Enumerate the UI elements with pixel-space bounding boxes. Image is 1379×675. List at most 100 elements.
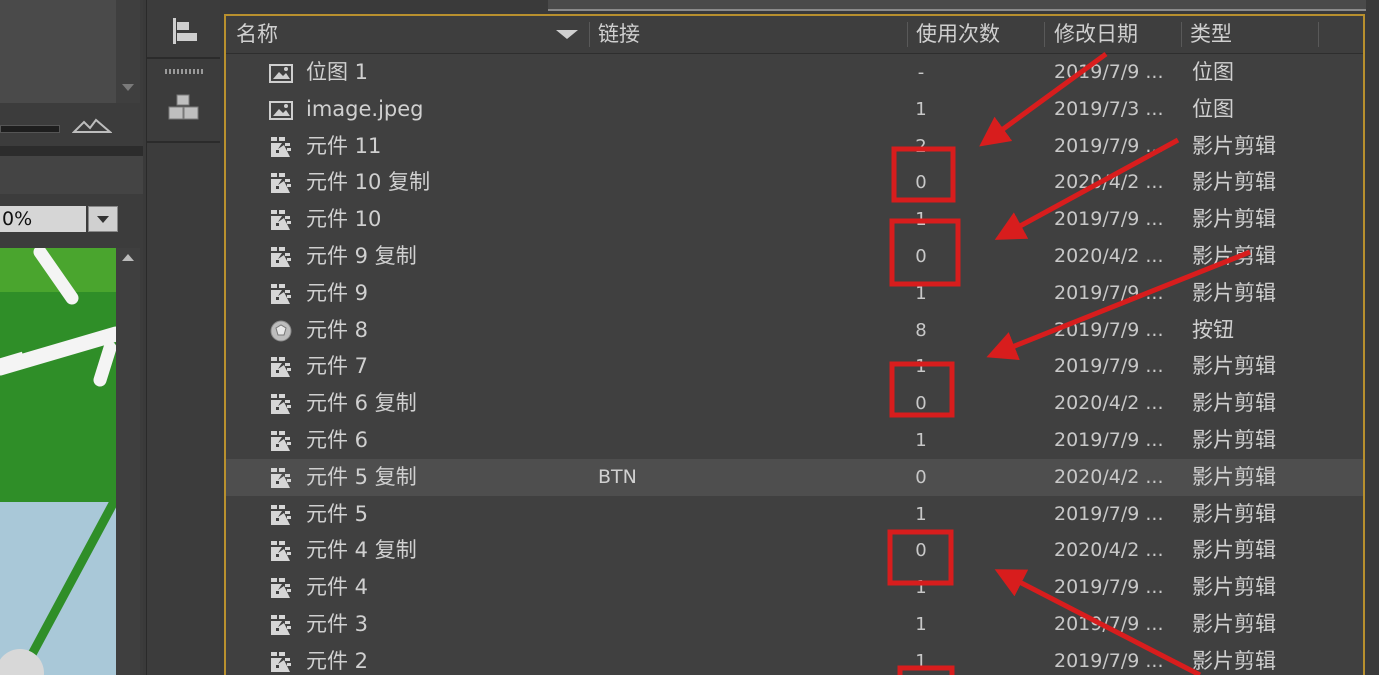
item-use-count: 0 (915, 393, 927, 415)
column-divider[interactable] (907, 22, 908, 47)
movieclip-icon (268, 392, 294, 416)
item-use-count: 1 (915, 356, 927, 378)
library-item-row[interactable]: 位图 1 - 2019/7/9 ... 位图 (226, 54, 1363, 91)
item-name: 元件 9 复制 (306, 244, 417, 268)
movieclip-icon (268, 576, 294, 600)
movieclip-icon (268, 135, 294, 159)
library-item-row[interactable]: 元件 9 复制 0 2020/4/2 ... 影片剪辑 (226, 238, 1363, 275)
item-use-count: - (917, 62, 925, 83)
top-scrollbar[interactable] (116, 0, 140, 103)
item-use-count: 0 (915, 466, 927, 488)
align-icon[interactable] (167, 14, 201, 48)
column-header-use-count[interactable]: 使用次数 (916, 16, 1000, 53)
zoom-select[interactable]: 0% (0, 206, 86, 232)
item-type: 位图 (1192, 96, 1234, 121)
item-use-count: 0 (915, 540, 927, 562)
column-header-name[interactable]: 名称 (236, 16, 278, 53)
item-type: 影片剪辑 (1192, 133, 1276, 158)
item-use-count: 1 (915, 209, 927, 231)
item-use-count: 8 (915, 319, 927, 341)
item-date-modified: 2019/7/9 ... (1054, 281, 1164, 304)
library-item-row[interactable]: 元件 2 1 2019/7/9 ... 影片剪辑 (226, 643, 1363, 675)
column-divider[interactable] (589, 22, 590, 47)
column-divider[interactable] (1181, 22, 1182, 47)
scroll-down-icon[interactable] (122, 84, 134, 91)
item-date-modified: 2019/7/9 ... (1054, 208, 1164, 231)
item-type: 影片剪辑 (1192, 207, 1276, 232)
item-use-count: 1 (915, 650, 927, 672)
library-item-row[interactable]: 元件 11 2 2019/7/9 ... 影片剪辑 (226, 128, 1363, 165)
item-use-count: 0 (915, 246, 927, 267)
item-date-modified: 2019/7/9 ... (1054, 649, 1164, 672)
item-name: 元件 4 复制 (306, 538, 417, 563)
stage-canvas[interactable] (0, 248, 116, 675)
item-type: 影片剪辑 (1192, 244, 1276, 268)
item-name: 元件 2 (306, 648, 369, 673)
item-type: 影片剪辑 (1192, 391, 1276, 416)
toolbar-divider (147, 141, 220, 143)
zoom-slider[interactable] (0, 125, 60, 133)
item-use-count: 1 (915, 430, 927, 451)
sort-descending-icon[interactable] (556, 30, 578, 39)
item-date-modified: 2020/4/2 ... (1054, 465, 1164, 488)
library-item-row[interactable]: 元件 4 1 2019/7/9 ... 影片剪辑 (226, 569, 1363, 606)
column-divider[interactable] (1044, 22, 1045, 47)
zoom-dropdown-button[interactable] (88, 206, 118, 232)
item-date-modified: 2019/7/9 ... (1054, 576, 1164, 599)
mountains-icon[interactable] (72, 116, 112, 136)
column-divider[interactable] (1318, 22, 1319, 47)
movieclip-icon (268, 466, 294, 490)
column-header-date-modified[interactable]: 修改日期 (1054, 16, 1138, 53)
item-name: 元件 3 (306, 612, 369, 636)
library-item-row[interactable]: 元件 6 1 2019/7/9 ... 影片剪辑 (226, 422, 1363, 459)
column-header-type[interactable]: 类型 (1190, 16, 1232, 53)
library-item-row[interactable]: 元件 10 复制 0 2020/4/2 ... 影片剪辑 (226, 164, 1363, 201)
item-type: 影片剪辑 (1192, 538, 1276, 563)
scroll-up-icon[interactable] (122, 254, 134, 261)
stage-header-bar (0, 156, 143, 194)
library-item-row[interactable]: 元件 5 复制 BTN 0 2020/4/2 ... 影片剪辑 (226, 458, 1363, 496)
movieclip-icon (268, 355, 294, 379)
movieclip-icon (268, 650, 294, 674)
item-date-modified: 2020/4/2 ... (1054, 245, 1164, 267)
item-name: 位图 1 (306, 60, 369, 84)
item-name: 元件 5 (306, 501, 369, 526)
panel-divider (0, 146, 143, 156)
item-type: 影片剪辑 (1192, 354, 1276, 379)
item-date-modified: 2020/4/2 ... (1054, 392, 1164, 415)
stage-scrollbar[interactable] (116, 248, 140, 675)
item-name: 元件 10 复制 (306, 170, 431, 195)
item-type: 影片剪辑 (1192, 170, 1276, 195)
item-name: 元件 4 (306, 575, 369, 600)
library-header: 名称 链接 使用次数 修改日期 类型 (226, 16, 1363, 54)
library-item-row[interactable]: 元件 4 复制 0 2020/4/2 ... 影片剪辑 (226, 532, 1363, 569)
item-date-modified: 2019/7/9 ... (1054, 429, 1164, 451)
item-date-modified: 2019/7/9 ... (1054, 355, 1164, 378)
library-item-row[interactable]: 元件 9 1 2019/7/9 ... 影片剪辑 (226, 275, 1363, 312)
stage-panel: 0% (0, 0, 143, 675)
library-item-row[interactable]: 元件 7 1 2019/7/9 ... 影片剪辑 (226, 348, 1363, 385)
item-name: 元件 9 (306, 280, 369, 305)
item-name: 元件 5 复制 (306, 464, 417, 489)
library-item-row[interactable]: 元件 5 1 2019/7/9 ... 影片剪辑 (226, 496, 1363, 533)
column-header-linkage[interactable]: 链接 (598, 16, 640, 53)
library-item-row[interactable]: image.jpeg 1 2019/7/3 ... 位图 (226, 91, 1363, 128)
item-date-modified: 2019/7/3 ... (1054, 97, 1164, 120)
bitmap-icon (268, 61, 294, 85)
library-components-icon[interactable] (167, 92, 201, 126)
library-item-row[interactable]: 元件 8 8 2019/7/9 ... 按钮 (226, 312, 1363, 349)
item-type: 位图 (1192, 60, 1234, 84)
library-item-row[interactable]: 元件 10 1 2019/7/9 ... 影片剪辑 (226, 201, 1363, 238)
library-item-row[interactable]: 元件 6 复制 0 2020/4/2 ... 影片剪辑 (226, 385, 1363, 422)
item-type: 影片剪辑 (1192, 464, 1276, 489)
item-date-modified: 2020/4/2 ... (1054, 539, 1164, 562)
item-use-count: 1 (915, 503, 927, 525)
movieclip-icon (268, 429, 294, 453)
library-panel: 名称 链接 使用次数 修改日期 类型 位图 1-2019/7/9 ... 位图 im… (224, 14, 1365, 675)
item-date-modified: 2019/7/9 ... (1054, 134, 1164, 157)
item-date-modified: 2019/7/9 ... (1054, 61, 1164, 83)
drag-grip-icon[interactable] (165, 69, 203, 74)
item-type: 按钮 (1192, 317, 1234, 342)
library-item-row[interactable]: 元件 3 1 2019/7/9 ... 影片剪辑 (226, 606, 1363, 643)
library-top-scrollbar[interactable] (548, 0, 1366, 11)
